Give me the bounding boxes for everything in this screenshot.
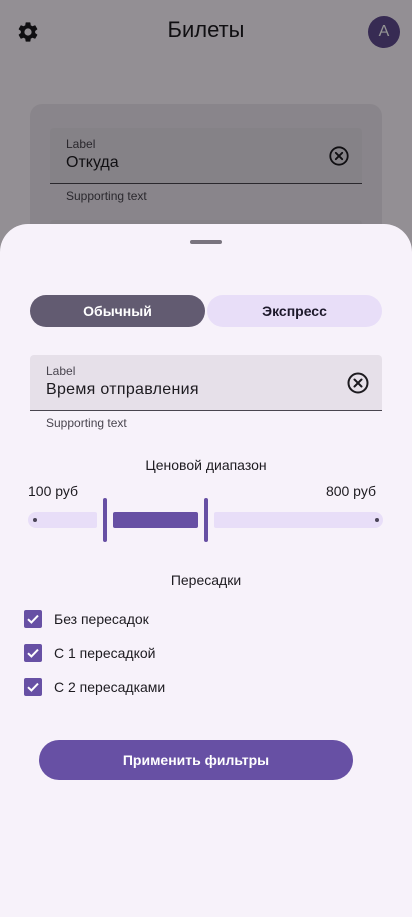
check-icon <box>27 648 39 658</box>
checkbox-two-transfers[interactable]: С 2 пересадками <box>24 677 274 697</box>
filter-bottom-sheet: Обычный Экспресс Label Время отправления… <box>0 224 412 917</box>
checkbox[interactable] <box>24 678 42 696</box>
price-range-max-label: 800 руб <box>325 483 376 499</box>
price-range-title: Ценовой диапазон <box>145 457 267 473</box>
transfers-title: Пересадки <box>170 572 242 588</box>
price-range-min-label: 100 руб <box>28 483 79 499</box>
drag-handle[interactable] <box>190 240 222 244</box>
departure-time-field[interactable]: Label Время отправления <box>30 355 382 411</box>
segment-normal[interactable]: Обычный <box>30 295 205 327</box>
departure-time-label: Label <box>46 364 76 378</box>
slider-thumb-max[interactable] <box>204 498 208 542</box>
slider-active-track[interactable] <box>113 512 198 528</box>
checkbox-no-transfers[interactable]: Без пересадок <box>24 609 274 629</box>
slider-stop-indicator-start <box>33 518 37 522</box>
slider-inactive-track-start[interactable] <box>28 512 97 528</box>
check-icon <box>27 614 39 624</box>
checkbox[interactable] <box>24 610 42 628</box>
check-icon <box>27 682 39 692</box>
clear-icon[interactable] <box>346 371 370 395</box>
slider-inactive-track-end[interactable] <box>214 512 383 528</box>
checkbox[interactable] <box>24 644 42 662</box>
checkbox-label: С 2 пересадками <box>54 679 166 695</box>
checkbox-label: Без пересадок <box>54 611 149 627</box>
segment-express[interactable]: Экспресс <box>207 295 382 327</box>
checkbox-label: С 1 пересадкой <box>54 645 156 661</box>
departure-time-supporting-text: Supporting text <box>46 416 127 430</box>
departure-time-value: Время отправления <box>46 381 199 398</box>
slider-thumb-min[interactable] <box>103 498 107 542</box>
checkbox-one-transfer[interactable]: С 1 пересадкой <box>24 643 274 663</box>
slider-stop-indicator-end <box>375 518 379 522</box>
apply-filters-button[interactable]: Применить фильтры <box>39 740 353 780</box>
